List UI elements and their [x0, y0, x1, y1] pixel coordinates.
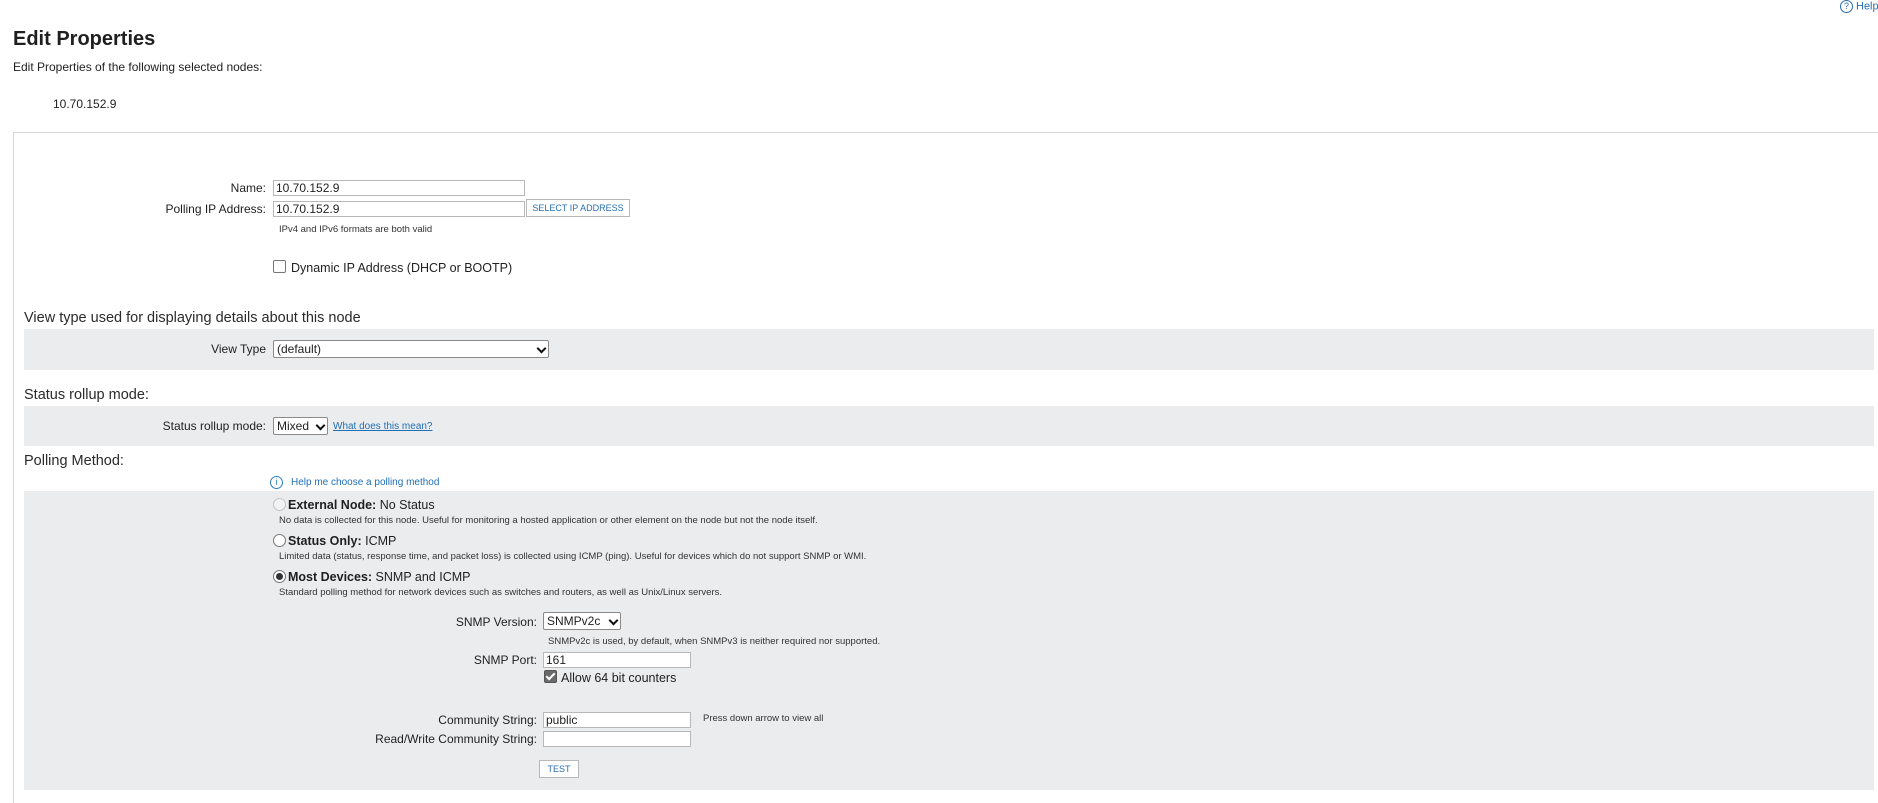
- community-string-hint: Press down arrow to view all: [703, 713, 824, 724]
- help-icon: ?: [1840, 0, 1853, 13]
- select-ip-address-button[interactable]: SELECT IP ADDRESS: [526, 199, 630, 217]
- external-node-description: No data is collected for this node. Usef…: [279, 515, 818, 526]
- status-rollup-select[interactable]: Mixed: [273, 417, 328, 435]
- view-type-label: View Type: [211, 342, 266, 356]
- polling-ip-label: Polling IP Address:: [165, 202, 266, 216]
- page-subtitle: Edit Properties of the following selecte…: [13, 60, 263, 74]
- name-label: Name:: [230, 181, 266, 195]
- community-string-label: Community String:: [438, 713, 537, 727]
- status-rollup-help-link[interactable]: What does this mean?: [333, 421, 433, 432]
- most-devices-description: Standard polling method for network devi…: [279, 587, 723, 598]
- chevron-down-icon: [608, 615, 619, 626]
- snmp-port-label: SNMP Port:: [473, 653, 537, 667]
- snmp-version-label: SNMP Version:: [455, 615, 537, 629]
- dynamic-ip-checkbox[interactable]: [273, 260, 286, 273]
- allow-64bit-counters-label: Allow 64 bit counters: [561, 671, 677, 685]
- info-icon: i: [270, 476, 283, 489]
- test-button[interactable]: TEST: [539, 760, 579, 778]
- most-devices-radio[interactable]: [273, 570, 286, 583]
- allow-64bit-counters-checkbox[interactable]: [544, 670, 557, 683]
- rw-community-string-label: Read/Write Community String:: [375, 732, 537, 746]
- status-only-radio[interactable]: [273, 534, 286, 547]
- rw-community-string-input[interactable]: [543, 731, 691, 747]
- dynamic-ip-label: Dynamic IP Address (DHCP or BOOTP): [291, 261, 513, 275]
- status-only-title: Status Only: ICMP: [288, 534, 397, 548]
- community-string-input[interactable]: public: [543, 712, 691, 728]
- status-rollup-label: Status rollup mode:: [162, 419, 266, 433]
- snmp-port-input[interactable]: 161: [543, 652, 691, 668]
- chevron-down-icon: [536, 343, 547, 354]
- polling-help-link[interactable]: Help me choose a polling method: [291, 477, 439, 488]
- external-node-radio[interactable]: [273, 498, 286, 511]
- view-type-select[interactable]: (default): [273, 340, 549, 358]
- chevron-down-icon: [315, 420, 326, 431]
- external-node-title: External Node: No Status: [288, 498, 435, 512]
- name-input[interactable]: 10.70.152.9: [273, 180, 525, 196]
- ip-format-hint: IPv4 and IPv6 formats are both valid: [279, 224, 433, 235]
- snmp-version-hint: SNMPv2c is used, by default, when SNMPv3…: [548, 636, 881, 647]
- status-rollup-section-title: Status rollup mode:: [24, 387, 149, 403]
- status-only-description: Limited data (status, response time, and…: [279, 551, 867, 562]
- polling-ip-input[interactable]: 10.70.152.9: [273, 201, 525, 217]
- selected-node-ip: 10.70.152.9: [53, 97, 117, 111]
- most-devices-title: Most Devices: SNMP and ICMP: [288, 570, 471, 584]
- polling-method-section-title: Polling Method:: [24, 453, 124, 469]
- view-type-section-title: View type used for displaying details ab…: [24, 310, 361, 326]
- help-link[interactable]: ? Help: [1840, 0, 1878, 13]
- snmp-version-select[interactable]: SNMPv2c: [543, 612, 621, 630]
- page-title: Edit Properties: [13, 28, 156, 50]
